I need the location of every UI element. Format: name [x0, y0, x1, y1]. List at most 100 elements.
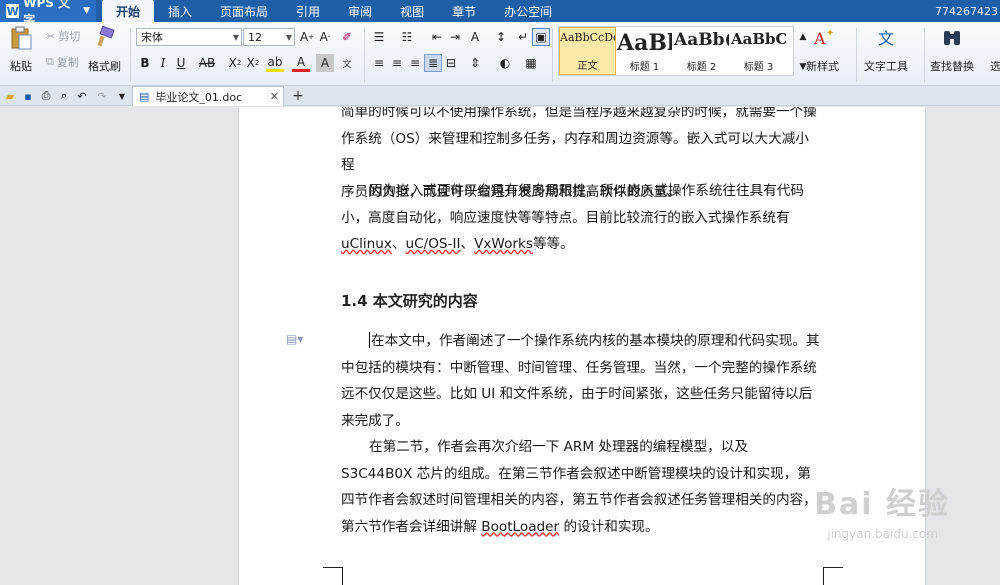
- sort-icon[interactable]: ↕: [492, 28, 510, 46]
- text-tools-button[interactable]: 文 文字工具: [864, 26, 908, 74]
- menu-tab[interactable]: 办公空间: [490, 0, 566, 22]
- char-shading-icon[interactable]: A: [316, 54, 334, 72]
- shrink-font-icon[interactable]: A-: [316, 28, 334, 46]
- paragraph-3-text: 在本文中，作者阐述了一个操作系统内核的基本模块的原理和代码实现。其中包括的模块有…: [341, 333, 820, 429]
- style-preview: AaBb(: [674, 30, 729, 50]
- new-style-button[interactable]: A ✦ 新样式: [806, 26, 839, 74]
- decrease-indent-icon[interactable]: ⇤: [428, 28, 446, 46]
- save-icon[interactable]: ▪: [20, 88, 36, 104]
- separator: 、: [460, 236, 475, 252]
- underline-icon[interactable]: U: [172, 54, 190, 72]
- phonetic-guide-icon[interactable]: 文: [338, 54, 356, 72]
- binoculars-icon: [944, 31, 960, 45]
- menu-tab[interactable]: 视图: [386, 0, 438, 22]
- numbered-list-icon[interactable]: ☷: [398, 28, 416, 46]
- paste-button[interactable]: 粘贴: [8, 26, 34, 74]
- chevron-down-icon: ▼: [285, 32, 292, 42]
- paragraph-2-text: 因为嵌入式硬件平台具有很多局限性，所以嵌入式操作系统往往具有代码小，高度自动化，…: [341, 183, 804, 226]
- user-id[interactable]: 774267423: [935, 0, 1000, 22]
- show-marks-icon[interactable]: ↵: [514, 28, 532, 46]
- align-left-icon[interactable]: ≡: [370, 54, 388, 72]
- new-tab-button[interactable]: +: [290, 86, 306, 106]
- increase-indent-icon[interactable]: ⇥: [446, 28, 464, 46]
- page-corner-mark: [323, 567, 343, 585]
- format-painter-button[interactable]: 格式刷: [88, 26, 121, 74]
- select-button[interactable]: 选: [990, 58, 1000, 74]
- customize-toolbar-icon[interactable]: ▼: [114, 88, 130, 104]
- text-tools-icon: 文: [878, 29, 894, 48]
- style-name: 标题 3: [743, 62, 774, 73]
- find-replace-button[interactable]: 查找替换: [930, 26, 974, 74]
- svg-text:文: 文: [878, 29, 894, 48]
- brush-icon: [96, 26, 115, 47]
- open-folder-icon[interactable]: ▰: [2, 88, 18, 104]
- paragraph-marker-icon[interactable]: ▤▾: [286, 332, 303, 346]
- copy-button[interactable]: ⧉ 复制: [46, 54, 79, 70]
- paragraph-1-line: 简单的时候可以不使用操作系统，但是当程序越来越复杂的时候，就需要一个操: [341, 107, 817, 120]
- menu-tab[interactable]: 开始: [102, 0, 155, 22]
- style-heading-2[interactable]: AaBb(标题 2: [673, 27, 730, 75]
- scissors-icon: ✂: [46, 29, 56, 43]
- font-size-select[interactable]: 12 ▼: [243, 28, 295, 46]
- app-menu-button[interactable]: W WPS 文字 ▼: [0, 0, 96, 27]
- term-uclinux: uClinux: [341, 236, 392, 252]
- style-normal[interactable]: AaBbCcDd 正文: [559, 27, 616, 75]
- document-tab[interactable]: ▤ 毕业论文_01.doc ✕: [132, 86, 284, 106]
- menu-tab[interactable]: 页面布局: [206, 0, 282, 22]
- ribbon: 粘贴 ✂ 剪切 ⧉ 复制 格式刷 宋体 ▼ 12 ▼ A + A- ✐ B I U AB …: [0, 22, 1000, 86]
- style-heading-1[interactable]: AaBl 标题 1: [616, 27, 673, 75]
- style-heading-3[interactable]: AaBbC 标题 3: [730, 27, 787, 75]
- line-spacing-icon[interactable]: ⇕: [466, 54, 484, 72]
- term-ucos: uC/OS-II: [405, 236, 461, 252]
- menu-tabs: 开始 插入 页面布局 引用 审阅 视图 章节 办公空间: [102, 0, 566, 22]
- bold-icon[interactable]: B: [136, 54, 154, 72]
- redo-icon[interactable]: ↷: [94, 88, 110, 104]
- font-color-icon[interactable]: A: [292, 54, 310, 72]
- style-name: 标题 1: [629, 62, 660, 73]
- menu-bar: W WPS 文字 ▼ 开始 插入 页面布局 引用 审阅 视图 章节 办公空间: [0, 0, 1000, 27]
- grow-font-icon[interactable]: A +: [298, 28, 316, 46]
- chevron-down-icon: ▼: [232, 32, 239, 42]
- superscript-icon[interactable]: X2: [226, 54, 244, 72]
- text-direction-icon[interactable]: A: [466, 28, 484, 46]
- format-painter-label: 格式刷: [88, 60, 121, 73]
- menu-tab[interactable]: 章节: [438, 0, 490, 22]
- subscript-icon[interactable]: X2: [244, 54, 262, 72]
- wps-logo-icon: W: [6, 4, 20, 18]
- clear-format-icon[interactable]: ✐: [338, 28, 356, 46]
- cut-button[interactable]: ✂ 剪切: [46, 28, 80, 44]
- svg-text:A: A: [813, 29, 826, 48]
- strikethrough-icon[interactable]: AB: [196, 54, 218, 72]
- cut-label: 剪切: [58, 30, 81, 43]
- menu-tab[interactable]: 插入: [154, 0, 206, 22]
- paragraph-4: 在第二节，作者会再次介绍一下 ARM 处理器的编程模型，以及 S3C44B0X …: [341, 434, 821, 540]
- distribute-icon[interactable]: ⊟: [442, 54, 460, 72]
- new-style-label: 新样式: [806, 60, 839, 73]
- watermark-logo: Bai 经验: [814, 487, 950, 522]
- document-workspace: 简单的时候可以不使用操作系统，但是当程序越来越复杂的时候，就需要一个操 作系统（O…: [0, 107, 1000, 585]
- align-center-icon[interactable]: ≡: [388, 54, 406, 72]
- paragraph-2: 因为嵌入式硬件平台具有很多局限性，所以嵌入式操作系统往往具有代码小，高度自动化，…: [341, 178, 821, 258]
- bullet-list-icon[interactable]: ☰: [370, 28, 388, 46]
- align-right-icon[interactable]: ≡: [406, 54, 424, 72]
- highlight-icon[interactable]: ab: [266, 54, 284, 72]
- undo-icon[interactable]: ↶: [74, 88, 90, 104]
- print-icon[interactable]: ⎙: [38, 88, 54, 104]
- find-replace-label: 查找替换: [930, 60, 974, 73]
- page-corner-mark: [823, 567, 843, 585]
- borders-icon[interactable]: ▦: [522, 54, 540, 72]
- font-size-value: 12: [248, 30, 262, 44]
- style-preview: AaBbC: [731, 30, 786, 48]
- close-icon[interactable]: ✕: [270, 90, 279, 103]
- paragraph-3: 在本文中，作者阐述了一个操作系统内核的基本模块的原理和代码实现。其中包括的模块有…: [341, 328, 821, 434]
- paragraph-4-end: 的设计和实现。: [559, 518, 659, 535]
- shading-icon[interactable]: ◐: [496, 54, 514, 72]
- menu-tab[interactable]: 审阅: [334, 0, 386, 22]
- font-name-select[interactable]: 宋体 ▼: [136, 28, 242, 46]
- print-preview-icon[interactable]: ⌕: [56, 88, 72, 104]
- paste-label: 粘贴: [10, 60, 32, 73]
- italic-icon[interactable]: I: [154, 54, 172, 72]
- menu-tab[interactable]: 引用: [282, 0, 334, 22]
- table-borders-icon[interactable]: ▣: [532, 28, 550, 46]
- align-justify-icon[interactable]: ≣: [424, 54, 442, 72]
